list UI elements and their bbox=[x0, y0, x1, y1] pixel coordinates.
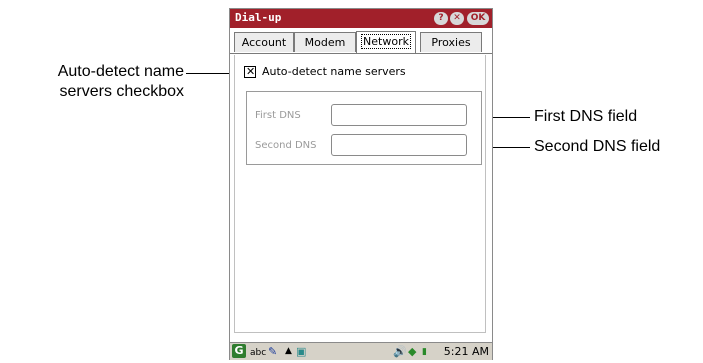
title-bar: Dial-up ? ✕ OK bbox=[230, 9, 492, 28]
battery-icon[interactable]: ▮ bbox=[422, 346, 427, 359]
callout-auto-detect-text: Auto-detect name servers checkbox bbox=[57, 63, 184, 100]
tab-modem[interactable]: Modem bbox=[294, 32, 356, 52]
ok-button[interactable]: OK bbox=[467, 12, 489, 25]
diamond-icon[interactable]: ◆ bbox=[408, 345, 416, 358]
tab-bar: Account Modem Network Proxies bbox=[230, 29, 492, 54]
second-dns-label: Second DNS bbox=[255, 140, 317, 151]
tab-network-label: Network bbox=[361, 34, 411, 49]
dns-group: First DNS Second DNS bbox=[246, 91, 482, 165]
status-bar: G abc ✎ ▲ ▣ 🔊 ◆ ▮ 5:21 AM bbox=[230, 342, 492, 360]
callout-auto-detect: Auto-detect name servers checkbox bbox=[14, 62, 184, 102]
input-mode-indicator[interactable]: abc bbox=[250, 347, 266, 360]
start-menu-icon[interactable]: G bbox=[232, 344, 246, 358]
close-button[interactable]: ✕ bbox=[450, 12, 464, 25]
help-button[interactable]: ? bbox=[434, 12, 448, 25]
first-dns-field[interactable] bbox=[331, 104, 467, 126]
arrow-up-icon[interactable]: ▲ bbox=[285, 345, 292, 358]
pen-icon[interactable]: ✎ bbox=[268, 345, 277, 358]
tab-proxies[interactable]: Proxies bbox=[420, 32, 482, 52]
tab-modem-label: Modem bbox=[304, 36, 346, 49]
callout-second-dns-text: Second DNS field bbox=[534, 138, 661, 155]
clock[interactable]: 5:21 AM bbox=[444, 345, 489, 358]
callout-first-dns: First DNS field bbox=[534, 107, 637, 127]
network-status-icon[interactable]: ▣ bbox=[296, 345, 306, 358]
second-dns-field[interactable] bbox=[331, 134, 467, 156]
auto-detect-checkbox[interactable]: ✕ bbox=[244, 65, 256, 78]
callout-second-dns: Second DNS field bbox=[534, 137, 660, 157]
auto-detect-label[interactable]: Auto-detect name servers bbox=[262, 65, 406, 78]
speaker-icon[interactable]: 🔊 bbox=[393, 345, 407, 358]
tab-account[interactable]: Account bbox=[234, 32, 294, 52]
first-dns-label: First DNS bbox=[255, 110, 301, 121]
checkmark-x-icon: ✕ bbox=[246, 65, 256, 78]
tab-network[interactable]: Network bbox=[356, 31, 416, 53]
callout-first-dns-text: First DNS field bbox=[534, 108, 638, 125]
tab-account-label: Account bbox=[241, 36, 287, 49]
dialup-window: Dial-up ? ✕ OK Account Modem Network Pro… bbox=[229, 8, 493, 360]
window-title: Dial-up bbox=[235, 11, 282, 24]
tab-proxies-label: Proxies bbox=[431, 36, 471, 49]
